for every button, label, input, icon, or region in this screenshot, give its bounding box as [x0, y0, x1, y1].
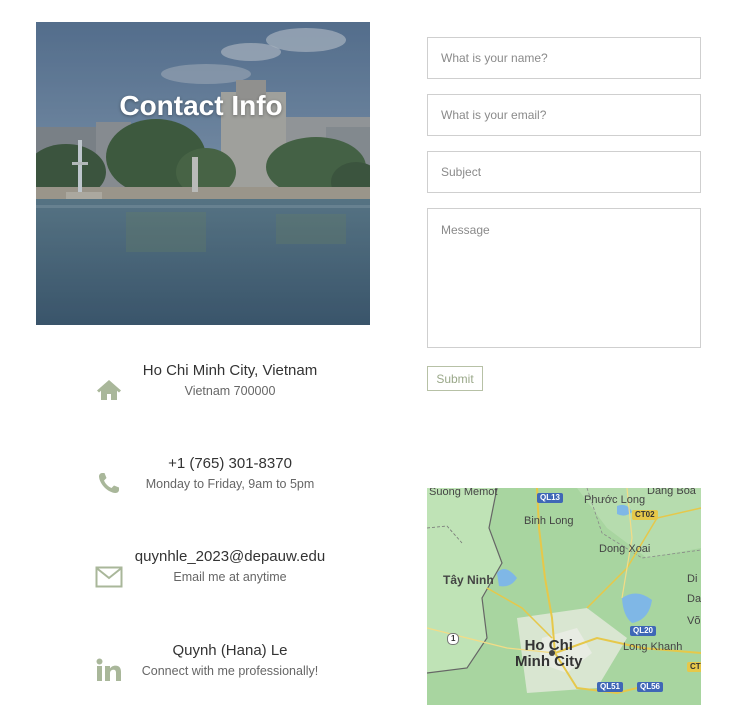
map-city-line1: Ho Chi	[524, 637, 573, 654]
map-label-vo: Võ	[687, 615, 701, 627]
submit-button[interactable]: Submit	[427, 366, 483, 391]
message-textarea[interactable]	[427, 208, 701, 348]
map-shield-ql20: QL20	[630, 626, 657, 636]
subject-input[interactable]	[427, 151, 701, 193]
park-fountain-photo	[36, 22, 370, 325]
map-shield-ct0: CT0	[687, 662, 701, 672]
contact-linkedin-subtitle: Connect with me professionally!	[141, 664, 319, 678]
map-city-line2: Minh City	[515, 653, 583, 670]
contact-email-subtitle: Email me at anytime	[173, 570, 287, 584]
contact-linkedin-title: Quynh (Hana) Le	[172, 642, 288, 659]
map-label-phuoc-long: Phước Long	[584, 494, 646, 506]
map-shield-ct02: CT02	[632, 510, 658, 520]
map-shield-1: 1	[447, 633, 460, 645]
map-city-hcmc: Ho Chi Minh City	[515, 638, 583, 670]
map-label-dang-boa: Dang Boa	[647, 488, 696, 497]
map-label-dong-xoai: Dong Xoai	[599, 543, 651, 555]
map-label-suong: Suong Memot	[429, 488, 498, 498]
contact-address-title: Ho Chi Minh City, Vietnam	[142, 362, 318, 379]
map-label-tay-ninh: Tây Ninh	[443, 573, 494, 587]
email-input[interactable]	[427, 94, 701, 136]
map-label-di: Di	[687, 573, 698, 585]
contact-phone-subtitle: Monday to Friday, 9am to 5pm	[145, 477, 315, 491]
contact-email-title: quynhle_2023@depauw.edu	[134, 548, 326, 565]
location-map[interactable]: Suong Memot Phước Long Dang Boa Binh Lon…	[427, 488, 701, 705]
map-label-da: Da	[687, 593, 701, 605]
hero-image: Contact Info	[36, 22, 370, 325]
contact-phone-title: +1 (765) 301-8370	[168, 455, 292, 472]
contact-phone: +1 (765) 301-8370 Monday to Friday, 9am …	[80, 453, 380, 523]
contact-address-subtitle: Vietnam 700000	[184, 384, 276, 398]
map-label-long-khanh: Long Khanh	[623, 641, 683, 653]
contact-email: quynhle_2023@depauw.edu Email me at anyt…	[80, 546, 380, 616]
name-input[interactable]	[427, 37, 701, 79]
page-title: Contact Info	[119, 90, 283, 121]
contact-address: Ho Chi Minh City, Vietnam Vietnam 700000	[80, 360, 380, 430]
map-shield-ql56: QL56	[637, 682, 664, 692]
map-label-binh-long: Binh Long	[524, 515, 574, 527]
map-shield-ql51: QL51	[597, 682, 624, 692]
map-shield-ql13: QL13	[537, 493, 564, 503]
contact-linkedin: Quynh (Hana) Le Connect with me professi…	[80, 640, 380, 710]
